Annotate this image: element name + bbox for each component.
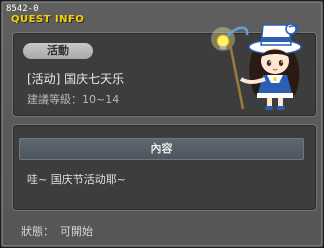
quest-type-badge: 活動 (23, 43, 93, 59)
status-value: 可開始 (60, 225, 93, 238)
quest-id: 8542-0 (6, 4, 39, 14)
quest-level: 建議等級：10~14 (27, 91, 119, 107)
content-text: 哇~ 国庆节活动耶~ (27, 173, 126, 186)
level-value: 10~14 (82, 93, 120, 106)
status-label: 狀態： (21, 225, 54, 238)
npc-girl-with-lantern-staff-icon (211, 23, 302, 110)
quest-name: [活动] 国庆七天乐 (27, 72, 125, 86)
window-title: QUEST INFO (11, 14, 85, 25)
quest-info-window: 8542-0 QUEST INFO 活動 [活动] 国庆七天乐 建議等級：10~… (0, 0, 324, 248)
quest-info-window-frame: 8542-0 QUEST INFO 活動 [活动] 国庆七天乐 建議等級：10~… (2, 2, 322, 246)
quest-content-panel: 內容 哇~ 国庆节活动耶~ (12, 124, 317, 211)
quest-status: 狀態： 可開始 (21, 223, 93, 239)
content-header: 內容 (19, 138, 304, 160)
level-label: 建議等級： (27, 93, 82, 106)
